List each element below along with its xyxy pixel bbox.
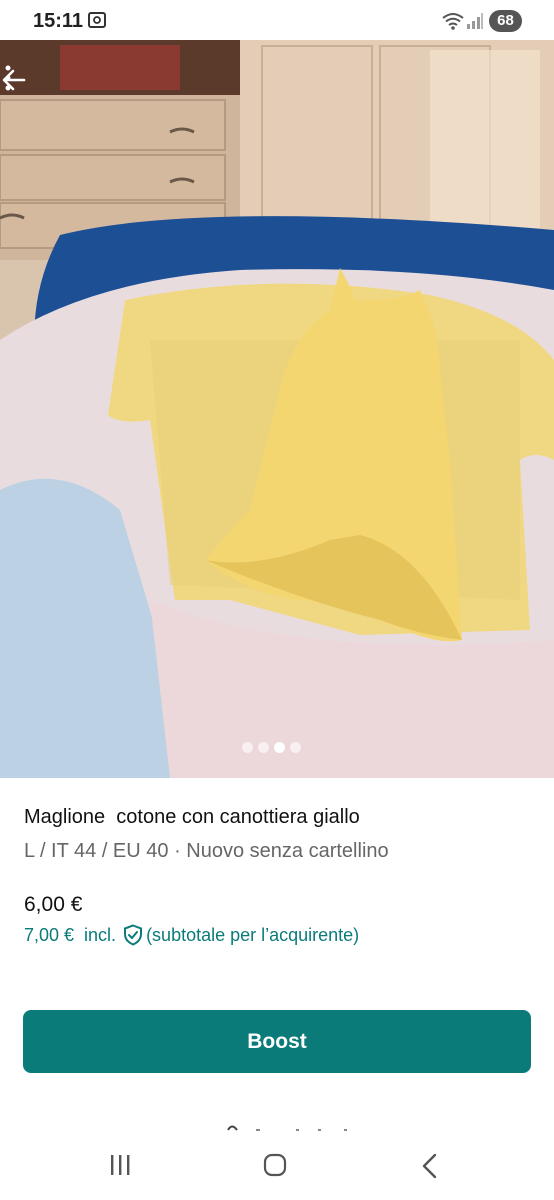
item-details: L / IT 44 / EU 40 · Nuovo senza cartelli…	[24, 840, 389, 862]
product-image	[0, 40, 554, 778]
carousel-dot[interactable]	[242, 742, 253, 753]
system-nav-bar	[0, 1134, 554, 1200]
shield-check-icon	[124, 924, 143, 946]
recent-apps-icon[interactable]	[108, 1154, 132, 1176]
buyer-price-note: (subtotale per l’acquirente)	[146, 924, 360, 945]
signal-icon	[467, 13, 483, 29]
screen-record-icon	[88, 12, 106, 28]
clipped-content	[227, 1125, 347, 1131]
home-icon[interactable]	[263, 1153, 287, 1177]
item-price: 6,00 €	[24, 893, 83, 916]
wifi-icon	[442, 13, 464, 30]
carousel-dot[interactable]	[258, 742, 269, 753]
buyer-price: 7,00 € incl.	[24, 924, 117, 945]
more-options-icon[interactable]	[0, 64, 16, 96]
buyer-price-row[interactable]: 7,00 € incl. (subtotale per l’acquirente…	[24, 924, 359, 946]
item-title: Maglione cotone con canottiera giallo	[24, 806, 360, 828]
carousel-indicator	[242, 742, 301, 754]
carousel-dot[interactable]	[290, 742, 301, 753]
status-bar: 15:11 68	[0, 0, 554, 40]
product-photo[interactable]	[0, 40, 554, 778]
battery-indicator: 68	[489, 10, 522, 32]
back-icon[interactable]	[420, 1153, 440, 1179]
carousel-dot-active[interactable]	[274, 742, 285, 753]
status-time: 15:11	[33, 10, 84, 32]
boost-button[interactable]: Boost	[23, 1010, 531, 1073]
